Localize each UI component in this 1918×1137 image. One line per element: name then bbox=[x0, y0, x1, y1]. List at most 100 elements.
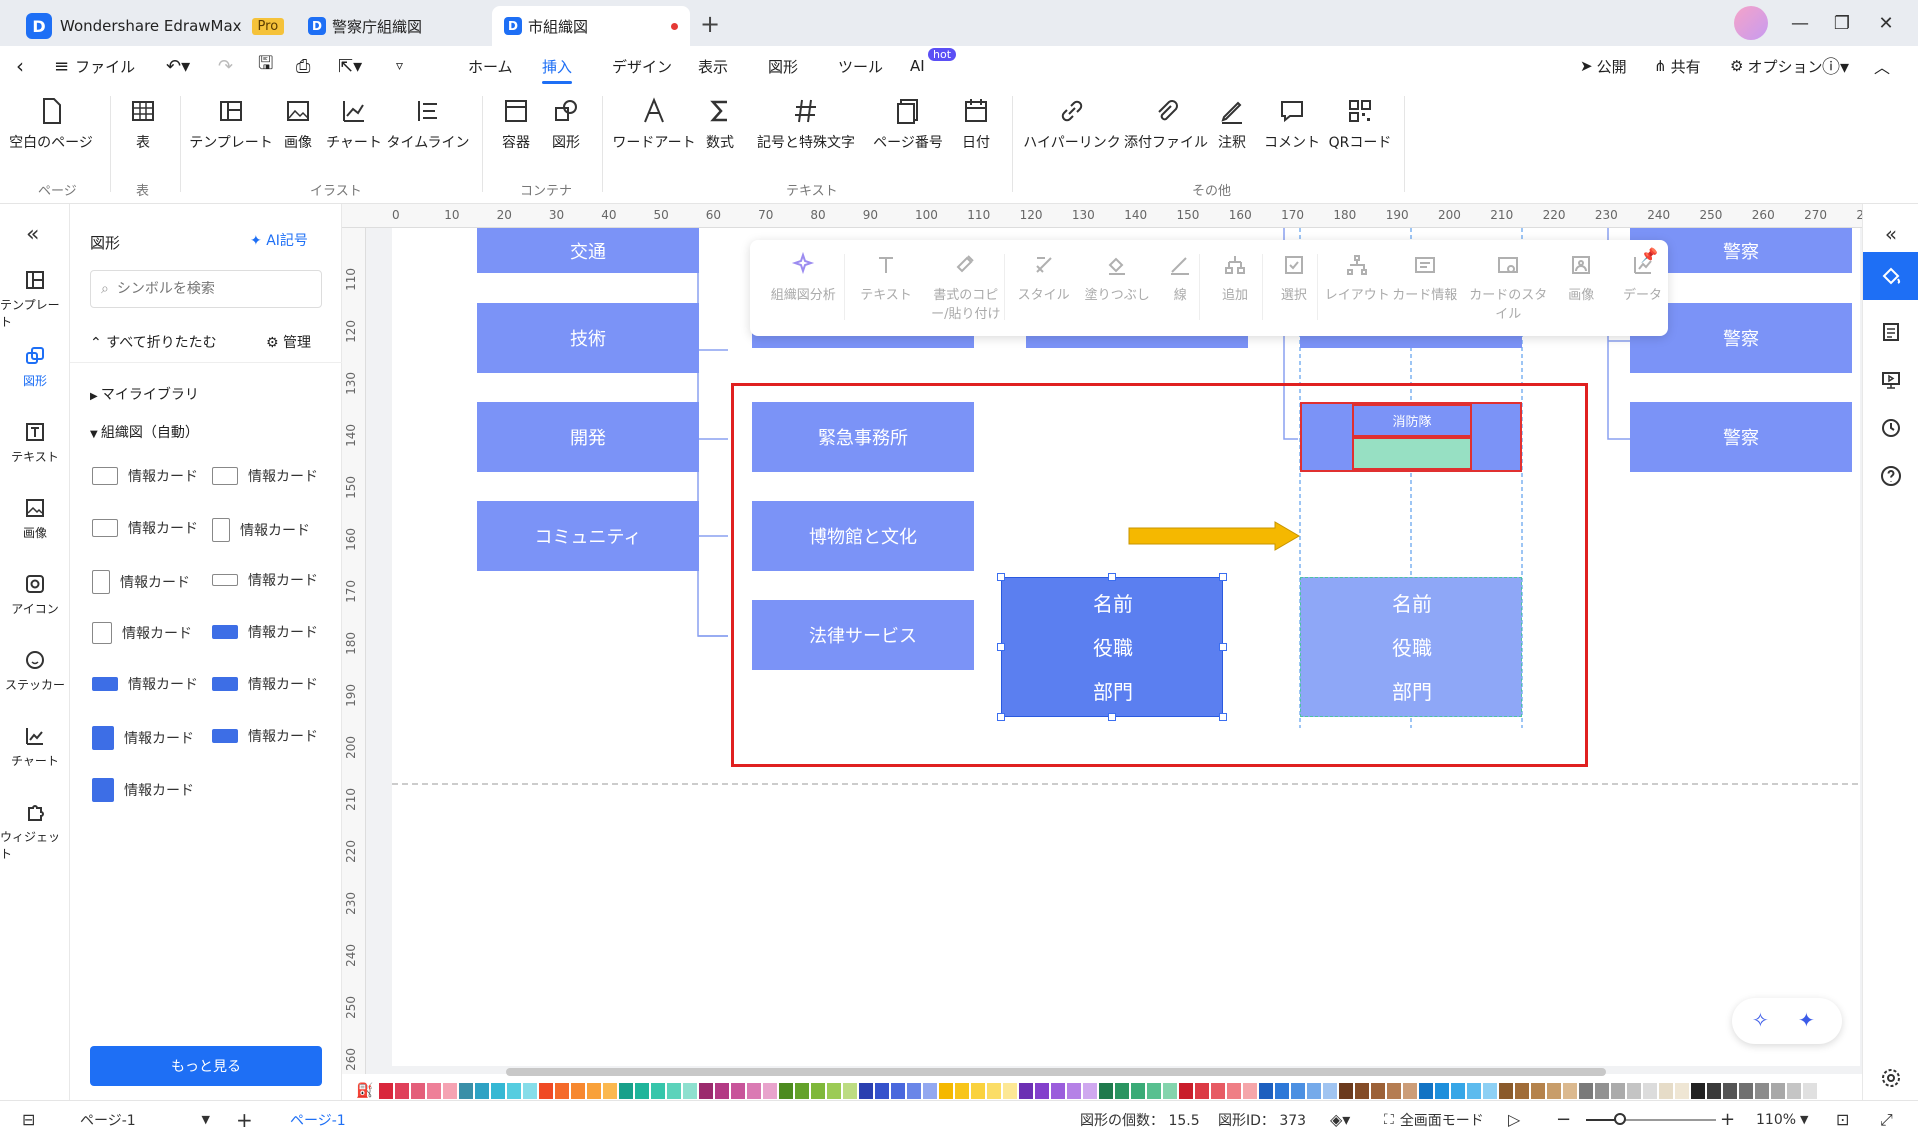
manage-button[interactable]: ⚙ 管理 bbox=[266, 332, 311, 352]
color-swatch[interactable] bbox=[891, 1083, 906, 1099]
resize-handle[interactable] bbox=[1108, 573, 1116, 581]
new-tab-plus-icon[interactable]: + bbox=[700, 10, 720, 38]
undo-icon[interactable]: ↶▾ bbox=[166, 46, 190, 86]
color-swatch[interactable] bbox=[395, 1083, 410, 1099]
info-card-shape[interactable]: 情報カード bbox=[92, 778, 194, 802]
zoom-level[interactable]: 110% ▼ bbox=[1756, 1101, 1809, 1137]
info-card-shape[interactable]: 情報カード bbox=[212, 570, 318, 590]
resize-handle[interactable] bbox=[1219, 643, 1227, 651]
color-swatch[interactable] bbox=[1563, 1083, 1578, 1099]
color-swatch[interactable] bbox=[939, 1083, 954, 1099]
color-swatch[interactable] bbox=[811, 1083, 826, 1099]
color-swatch[interactable] bbox=[699, 1083, 714, 1099]
layers-icon[interactable]: ◈▾ bbox=[1330, 1101, 1350, 1137]
color-swatch[interactable] bbox=[1067, 1083, 1082, 1099]
nav-template[interactable]: テンプレート bbox=[0, 268, 70, 330]
hyperlink-button[interactable]: ハイパーリンク bbox=[1023, 86, 1121, 152]
template-button[interactable]: テンプレート bbox=[189, 86, 273, 152]
restore-icon[interactable]: ❐ bbox=[1822, 8, 1862, 38]
comment-button[interactable]: コメント bbox=[1264, 86, 1320, 152]
table-button[interactable]: 表 bbox=[118, 86, 168, 152]
color-swatch[interactable] bbox=[1723, 1083, 1738, 1099]
export-icon[interactable]: ⇱▾ bbox=[338, 46, 362, 86]
toolbar-add[interactable]: 追加 bbox=[1205, 252, 1265, 303]
resize-handle[interactable] bbox=[1219, 573, 1227, 581]
color-swatch[interactable] bbox=[1211, 1083, 1226, 1099]
toolbar-card-info[interactable]: カード情報 bbox=[1388, 252, 1462, 303]
page-layout-icon[interactable]: ⊟ bbox=[22, 1101, 35, 1137]
info-card-shape[interactable]: 情報カード bbox=[92, 622, 192, 644]
color-swatch[interactable] bbox=[1339, 1083, 1354, 1099]
color-swatch[interactable] bbox=[1419, 1083, 1434, 1099]
page-properties-tab[interactable] bbox=[1863, 308, 1918, 356]
shape-button[interactable]: 図形 bbox=[546, 86, 586, 152]
page-select[interactable]: ページ-1 ▼ bbox=[80, 1101, 210, 1137]
org-auto-section[interactable]: ▼ 組織図（自動） bbox=[90, 422, 199, 442]
info-card-shape[interactable]: 情報カード bbox=[212, 518, 310, 542]
color-swatch[interactable] bbox=[875, 1083, 890, 1099]
color-swatch[interactable] bbox=[1275, 1083, 1290, 1099]
color-swatch[interactable] bbox=[411, 1083, 426, 1099]
color-swatch[interactable] bbox=[555, 1083, 570, 1099]
color-swatch[interactable] bbox=[907, 1083, 922, 1099]
page-number-button[interactable]: ページ番号 bbox=[873, 86, 943, 152]
resize-handle[interactable] bbox=[997, 713, 1005, 721]
color-swatch[interactable] bbox=[1483, 1083, 1498, 1099]
color-swatch[interactable] bbox=[1627, 1083, 1642, 1099]
org-node[interactable]: 技術 bbox=[477, 303, 699, 373]
color-swatch[interactable] bbox=[1803, 1083, 1818, 1099]
color-swatch[interactable] bbox=[1707, 1083, 1722, 1099]
org-node[interactable]: コミュニティ bbox=[477, 501, 699, 571]
avatar[interactable] bbox=[1734, 6, 1768, 40]
color-swatch[interactable] bbox=[683, 1083, 698, 1099]
info-card-shape[interactable]: 情報カード bbox=[92, 518, 198, 538]
publish-button[interactable]: ➤ 公開 bbox=[1580, 46, 1627, 86]
color-swatch[interactable] bbox=[1035, 1083, 1050, 1099]
nav-shapes[interactable]: 図形 bbox=[0, 344, 70, 389]
toolbar-text[interactable]: テキスト bbox=[850, 252, 922, 303]
settings-tab[interactable] bbox=[1863, 1054, 1918, 1102]
history-tab[interactable] bbox=[1863, 404, 1918, 452]
attachment-button[interactable]: 添付ファイル bbox=[1124, 86, 1208, 152]
magic-wand-icon[interactable]: ✧ bbox=[1752, 1008, 1769, 1032]
container-button[interactable]: 容器 bbox=[496, 86, 536, 152]
color-swatch[interactable] bbox=[971, 1083, 986, 1099]
color-swatch[interactable] bbox=[1291, 1083, 1306, 1099]
color-swatch[interactable] bbox=[603, 1083, 618, 1099]
selected-info-card[interactable]: 名前 役職 部門 bbox=[1001, 577, 1223, 717]
file-menu[interactable]: ≡ ファイル bbox=[54, 46, 135, 86]
play-icon[interactable]: ▷ bbox=[1508, 1101, 1520, 1137]
tab-view[interactable]: 表示 bbox=[698, 46, 728, 86]
toolbar-format-painter[interactable]: 書式のコピー/貼り付け bbox=[925, 252, 1007, 322]
chart-button[interactable]: チャート bbox=[326, 86, 382, 152]
color-swatch[interactable] bbox=[443, 1083, 458, 1099]
color-swatch[interactable] bbox=[987, 1083, 1002, 1099]
color-swatch[interactable] bbox=[1179, 1083, 1194, 1099]
toolbar-card-style[interactable]: カードのスタイル bbox=[1465, 252, 1551, 322]
color-swatch[interactable] bbox=[1675, 1083, 1690, 1099]
minimize-icon[interactable]: — bbox=[1780, 8, 1820, 38]
info-card-shape[interactable]: 情報カード bbox=[212, 726, 318, 746]
my-library-section[interactable]: ▶ マイライブラリ bbox=[90, 384, 199, 404]
color-swatch[interactable] bbox=[763, 1083, 778, 1099]
options-button[interactable]: ⚙ オプション bbox=[1730, 46, 1822, 86]
toolbar-sparkle[interactable]: 組織図分析 bbox=[760, 252, 846, 303]
color-swatch[interactable] bbox=[635, 1083, 650, 1099]
ai-sparkle-icon[interactable]: ✦ bbox=[1798, 1008, 1815, 1032]
search-input-field[interactable] bbox=[116, 281, 297, 297]
nav-widget[interactable]: ウィジェット bbox=[0, 800, 70, 862]
color-swatch[interactable] bbox=[1387, 1083, 1402, 1099]
toolbar-fill[interactable]: 塗りつぶし bbox=[1080, 252, 1154, 303]
color-swatch[interactable] bbox=[459, 1083, 474, 1099]
color-swatch[interactable] bbox=[1403, 1083, 1418, 1099]
close-icon[interactable]: ✕ bbox=[1866, 8, 1906, 38]
color-swatch[interactable] bbox=[571, 1083, 586, 1099]
collapse-all-button[interactable]: ⌃ すべて折りたたむ bbox=[90, 332, 217, 352]
color-swatch[interactable] bbox=[1259, 1083, 1274, 1099]
nav-sticker[interactable]: ステッカー bbox=[0, 648, 70, 693]
more-dropdown-icon[interactable]: ▿ bbox=[396, 46, 403, 86]
tab-home[interactable]: ホーム bbox=[468, 46, 513, 86]
color-swatch[interactable] bbox=[1643, 1083, 1658, 1099]
symbol-search-input[interactable]: ⌕ bbox=[90, 270, 322, 308]
color-swatch[interactable] bbox=[1115, 1083, 1130, 1099]
